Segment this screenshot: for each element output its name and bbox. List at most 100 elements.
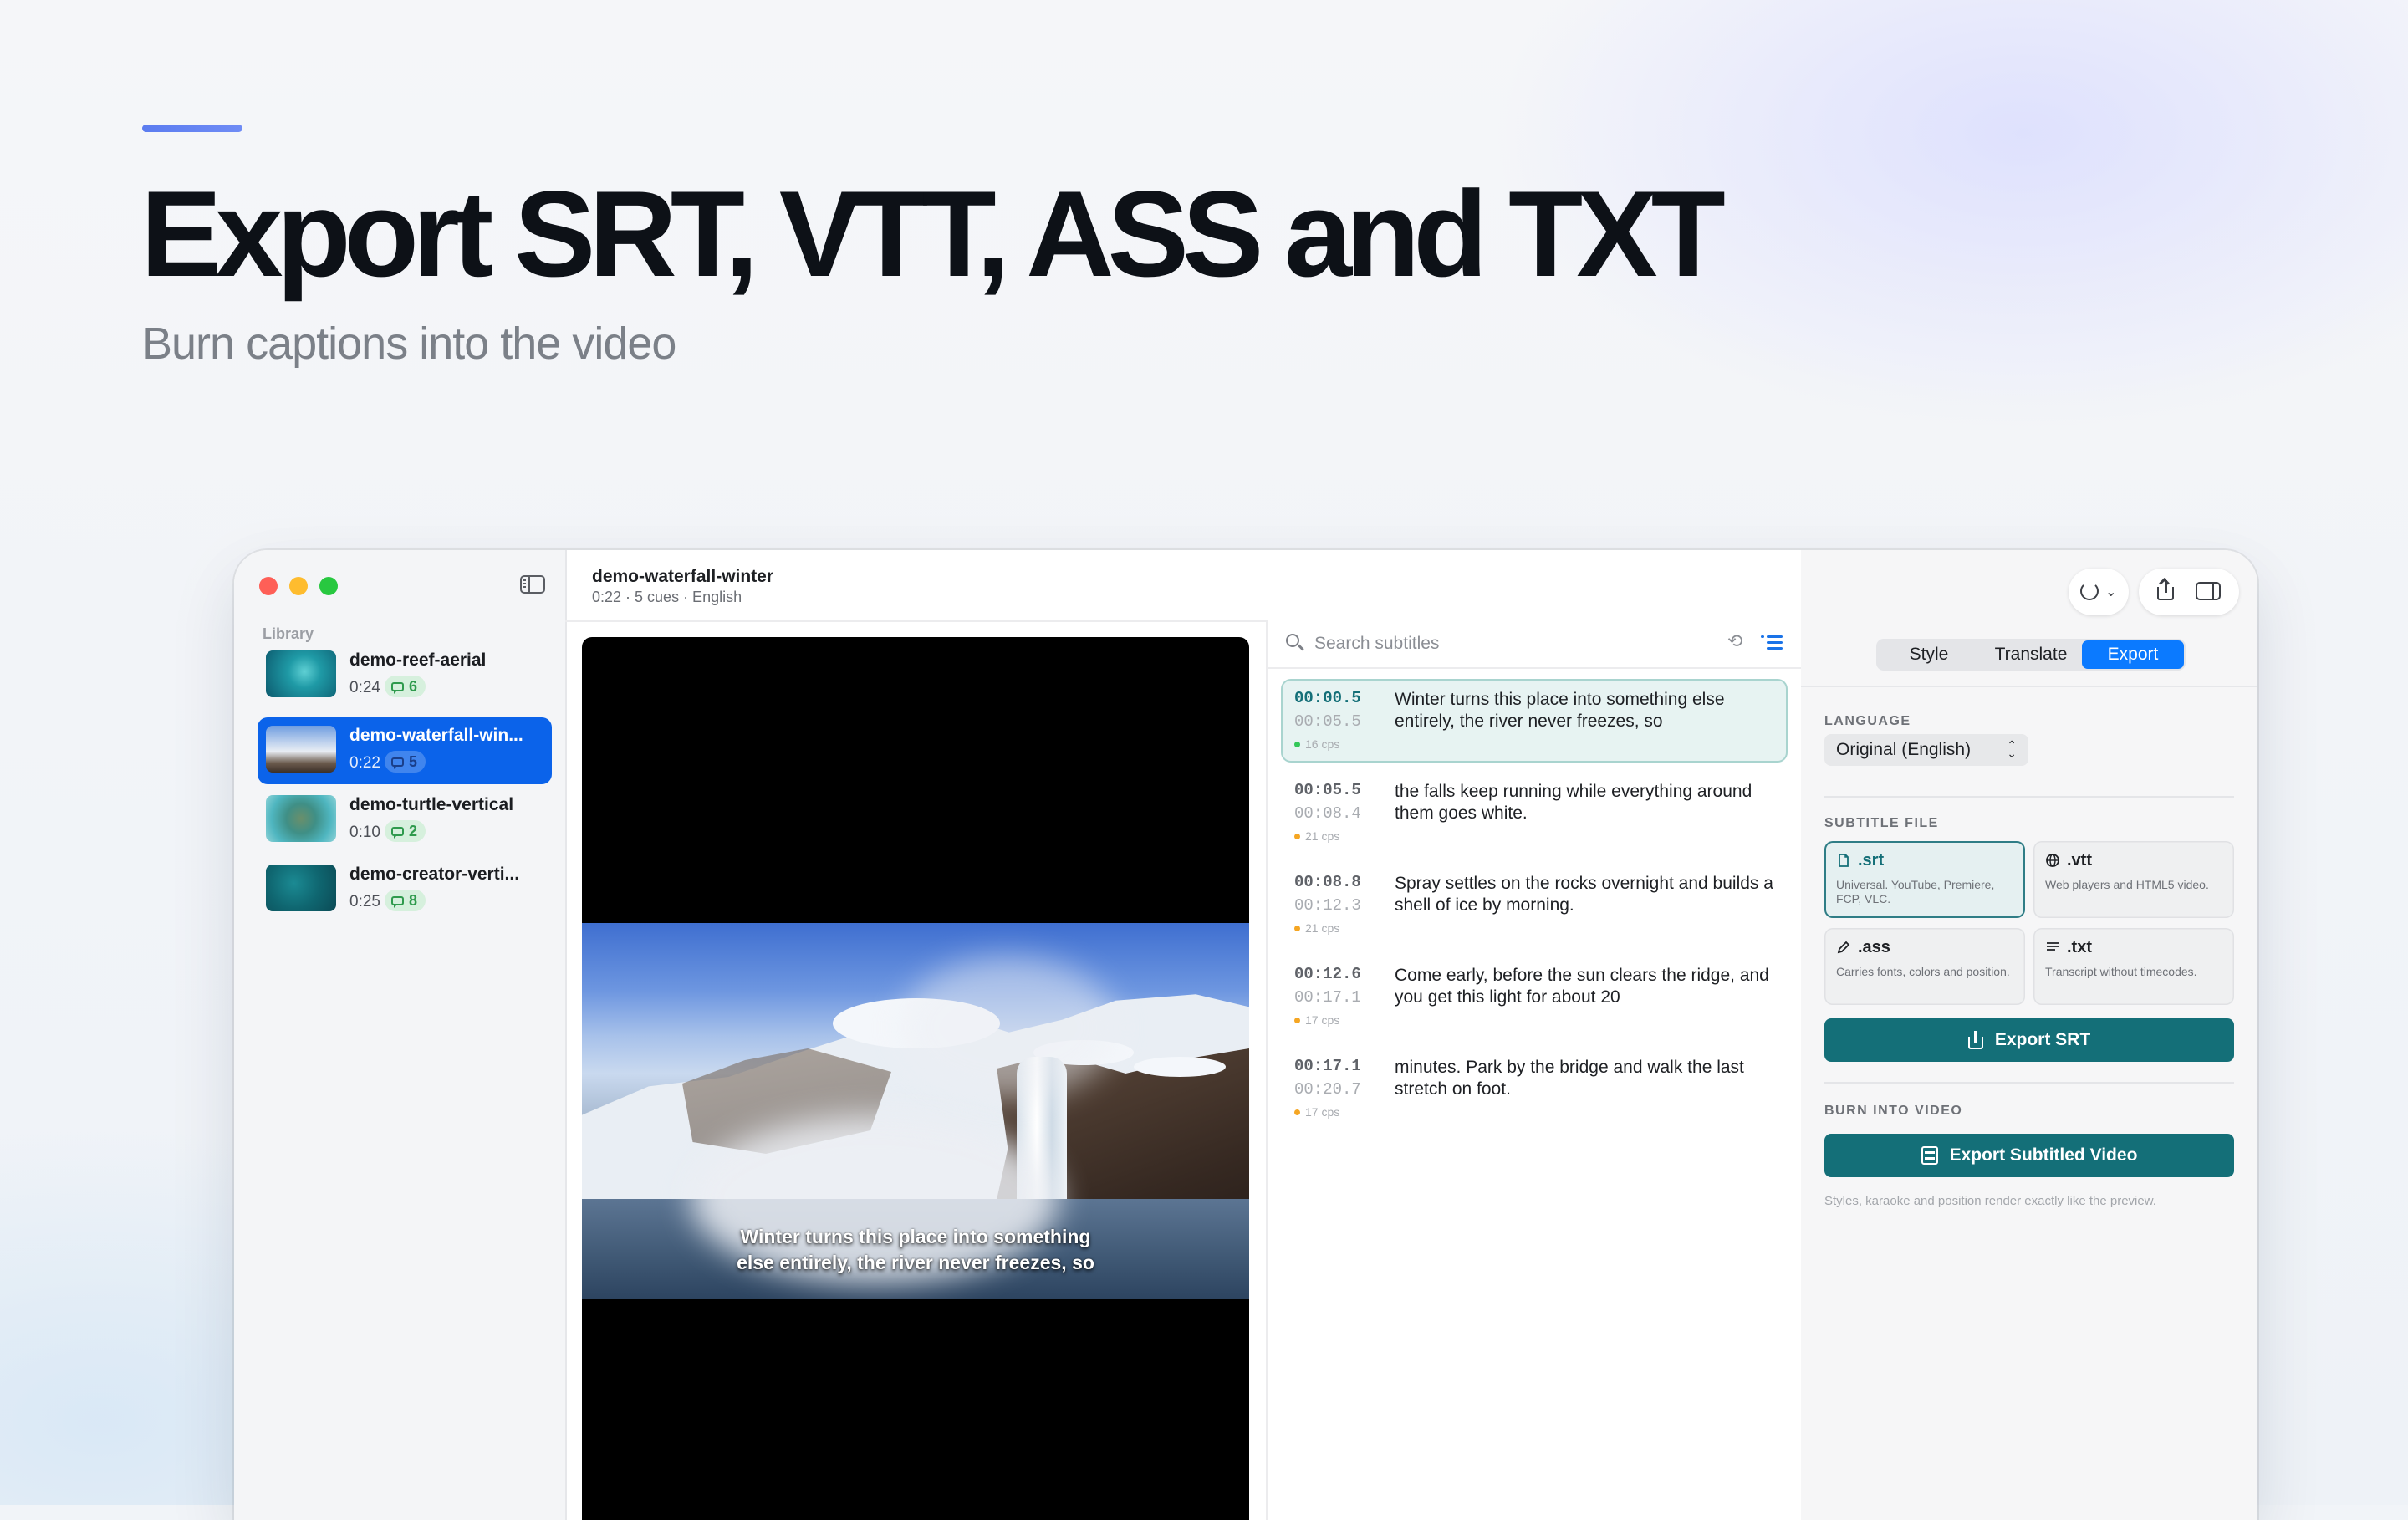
export-subtitled-video-button[interactable]: Export Subtitled Video [1824, 1134, 2234, 1177]
document-icon [1839, 854, 1849, 867]
cue-count-badge: 2 [385, 820, 426, 842]
library-label: Library [263, 625, 314, 642]
video-thumbnail [266, 726, 336, 773]
library-item[interactable]: demo-turtle-vertical 0:10 2 [258, 787, 552, 854]
library-item[interactable]: demo-reef-aerial 0:24 6 [258, 642, 552, 709]
library-item-name: demo-reef-aerial [349, 650, 487, 670]
library-item-name: demo-turtle-vertical [349, 795, 514, 814]
library-item[interactable]: demo-creator-verti... 0:25 8 [258, 856, 552, 923]
subtitle-cue[interactable]: 00:05.5 00:08.4 21 cps the falls keep ru… [1281, 771, 1788, 854]
cue-end-time: 00:17.1 [1294, 988, 1361, 1007]
cue-cps-value: 21 cps [1305, 829, 1340, 843]
tab-translate[interactable]: Translate [1980, 640, 2082, 669]
burn-section-label: BURN INTO VIDEO [1824, 1104, 1963, 1118]
format-option-srt[interactable]: .srt Universal. YouTube, Premiere, FCP, … [1824, 841, 2025, 918]
cps-status-dot [1294, 925, 1300, 931]
cue-text[interactable]: minutes. Park by the bridge and walk the… [1395, 1057, 1779, 1100]
burn-note: Styles, karaoke and position render exac… [1824, 1194, 2156, 1208]
library-item-duration: 0:25 [349, 893, 380, 910]
document-title: demo-waterfall-winter [592, 567, 774, 586]
globe-icon [2046, 854, 2059, 867]
cue-cps-value: 21 cps [1305, 921, 1340, 935]
cue-cps-value: 17 cps [1305, 1105, 1340, 1119]
subtitle-search-input[interactable] [1313, 630, 1684, 657]
library-item-duration: 0:22 [349, 754, 380, 772]
text-lines-icon [2047, 942, 2059, 951]
search-icon [1286, 634, 1299, 647]
export-srt-button[interactable]: Export SRT [1824, 1018, 2234, 1062]
video-player[interactable]: Winter turns this place into something e… [582, 637, 1249, 1520]
divider [1801, 686, 2258, 687]
cps-status-dot [1294, 1017, 1300, 1023]
export-video-label: Export Subtitled Video [1949, 1145, 2138, 1165]
cue-start-time: 00:17.1 [1294, 1057, 1361, 1075]
format-desc: Web players and HTML5 video. [2045, 878, 2209, 891]
cps-status-dot [1294, 833, 1300, 839]
video-thumbnail [266, 865, 336, 911]
library-item-name: demo-creator-verti... [349, 865, 520, 884]
cue-start-time: 00:00.5 [1294, 689, 1361, 707]
film-icon [1921, 1146, 1938, 1165]
subtitle-cue[interactable]: 00:08.8 00:12.3 21 cps Spray settles on … [1281, 863, 1788, 946]
library-item-selected[interactable]: demo-waterfall-win... 0:22 5 [258, 717, 552, 784]
tab-export[interactable]: Export [2082, 640, 2184, 669]
subtitle-cue[interactable]: 00:00.5 00:05.5 16 cps Winter turns this… [1281, 679, 1788, 763]
cue-text[interactable]: the falls keep running while everything … [1395, 781, 1779, 824]
replace-icon[interactable]: ⟲ [1727, 632, 1746, 650]
regenerate-menu-button[interactable]: ⌄ [2069, 569, 2129, 615]
library-item-duration: 0:24 [349, 679, 380, 696]
cue-end-time: 00:20.7 [1294, 1080, 1361, 1099]
cue-text[interactable]: Winter turns this place into something e… [1395, 689, 1779, 732]
share-icon [1967, 1031, 1983, 1049]
cue-count: 2 [409, 822, 418, 839]
cue-cps: 17 cps [1294, 1105, 1339, 1119]
cue-cps: 21 cps [1294, 921, 1339, 935]
cue-text[interactable]: Come early, before the sun clears the ri… [1395, 965, 1779, 1008]
cue-count-badge: 5 [385, 751, 426, 773]
subtitle-cue[interactable]: 00:17.1 00:20.7 17 cps minutes. Park by … [1281, 1047, 1788, 1130]
cue-text[interactable]: Spray settles on the rocks overnight and… [1395, 873, 1779, 916]
mist [900, 956, 1117, 1099]
video-thumbnail [266, 795, 336, 842]
subtitle-panel: ⟲ 00:00.5 00:05.5 16 cps Winter turns th… [1266, 620, 1803, 1520]
cue-start-time: 00:12.6 [1294, 965, 1361, 983]
sidebar: Library demo-reef-aerial 0:24 6 demo-wat… [234, 550, 567, 1520]
speech-bubble-icon [391, 895, 404, 908]
app-window: Library demo-reef-aerial 0:24 6 demo-wat… [234, 550, 2258, 1520]
format-ext: .txt [2067, 938, 2092, 956]
close-window-button[interactable] [259, 577, 278, 595]
library-item-duration: 0:10 [349, 824, 380, 841]
hero-headline: Export SRT, VTT, ASS and TXT [140, 166, 1726, 302]
tab-style[interactable]: Style [1878, 640, 1980, 669]
divider [1824, 1082, 2234, 1084]
language-section-label: LANGUAGE [1824, 714, 1911, 728]
cue-cps: 16 cps [1294, 737, 1339, 751]
format-ext: .srt [1858, 851, 1885, 870]
format-option-txt[interactable]: .txt Transcript without timecodes. [2033, 928, 2234, 1005]
zoom-window-button[interactable] [319, 577, 338, 595]
format-desc: Carries fonts, colors and position. [1836, 965, 2010, 978]
snow-patch [1134, 1057, 1226, 1077]
hero-subheadline: Burn captions into the video [142, 319, 676, 369]
up-down-chevron-icon: ⌃ ⌄ [2007, 738, 2017, 760]
video-thumbnail [266, 650, 336, 697]
format-option-ass[interactable]: .ass Carries fonts, colors and position. [1824, 928, 2025, 1005]
share-icon[interactable] [2157, 580, 2174, 600]
minimize-window-button[interactable] [289, 577, 308, 595]
language-select[interactable]: Original (English) ⌃ ⌄ [1824, 734, 2028, 766]
cue-count: 5 [409, 752, 418, 770]
format-desc: Universal. YouTube, Premiere, FCP, VLC. [1836, 878, 1995, 905]
refresh-icon [2080, 582, 2099, 600]
toolbar-button-group [2139, 569, 2239, 615]
cue-cps: 17 cps [1294, 1013, 1339, 1027]
subtitle-search-bar: ⟲ [1268, 620, 1801, 669]
list-view-icon[interactable] [1761, 634, 1783, 652]
format-option-vtt[interactable]: .vtt Web players and HTML5 video. [2033, 841, 2234, 918]
export-srt-label: Export SRT [1994, 1030, 2091, 1049]
document-meta: 0:22 · 5 cues · English [592, 589, 742, 605]
inspector-toggle-icon[interactable] [2196, 582, 2221, 600]
subtitle-cue[interactable]: 00:12.6 00:17.1 17 cps Come early, befor… [1281, 955, 1788, 1038]
speech-bubble-icon [391, 757, 404, 769]
speech-bubble-icon [391, 826, 404, 839]
sidebar-toggle-icon[interactable] [520, 575, 545, 594]
